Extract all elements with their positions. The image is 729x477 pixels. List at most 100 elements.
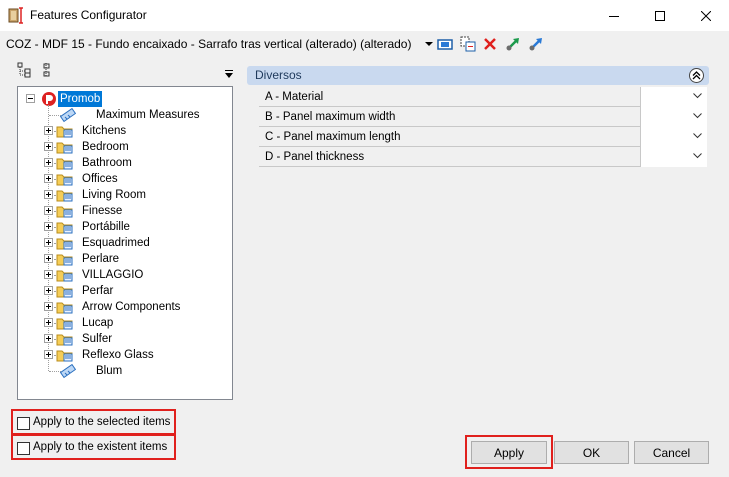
add-to-selection-button[interactable] (459, 35, 477, 53)
property-row: D - Panel thickness (259, 147, 707, 167)
tree-node[interactable]: Arrow Components (18, 299, 228, 315)
chevron-down-icon (693, 113, 702, 119)
tree-node-label: Blum (96, 365, 123, 377)
tree-node-label: Maximum Measures (96, 109, 200, 121)
expand-icon[interactable] (44, 142, 53, 151)
property-value-dropdown[interactable] (640, 107, 707, 127)
promob-logo-icon (42, 92, 56, 106)
tree-expand-all-icon[interactable] (17, 62, 31, 78)
double-chevron-up-icon (692, 71, 701, 80)
apply-selected-label: Apply to the selected items (33, 416, 171, 428)
tree-node-label: Esquadrimed (82, 237, 150, 249)
apply-selected-option[interactable]: Apply to the selected items (11, 409, 176, 435)
current-item-name: COZ - MDF 15 - Fundo encaixado - Sarrafo… (6, 37, 412, 51)
tree-node[interactable]: VILLAGGIO (18, 267, 228, 283)
property-label: D - Panel thickness (265, 151, 365, 163)
expand-icon[interactable] (44, 222, 53, 231)
minimize-icon (609, 15, 619, 17)
tree-node[interactable]: Bathroom (18, 155, 228, 171)
tree-node[interactable]: Bedroom (18, 139, 228, 155)
apply-existent-checkbox[interactable] (17, 442, 30, 455)
tree-node-label: Kitchens (82, 125, 127, 137)
tree-node-label: Bedroom (82, 141, 129, 153)
apply-existent-option[interactable]: Apply to the existent items (11, 434, 176, 460)
folder-icon (56, 286, 73, 298)
property-value-dropdown[interactable] (640, 87, 707, 107)
tree-node[interactable]: Blum (18, 363, 228, 379)
features-tree[interactable]: Promob Maximum Measures Kitchens Bedroom Bat… (17, 86, 233, 400)
property-value-dropdown[interactable] (640, 147, 707, 167)
expand-icon[interactable] (44, 350, 53, 359)
maximize-icon (655, 10, 665, 21)
expand-icon[interactable] (44, 190, 53, 199)
chevron-down-icon (693, 133, 702, 139)
tree-node-label: Arrow Components (82, 301, 181, 313)
tree-node[interactable]: Living Room (18, 187, 228, 203)
measure-icon (59, 363, 76, 379)
tree-collapse-all-icon[interactable] (41, 62, 55, 78)
select-item-icon (437, 39, 453, 50)
expand-icon[interactable] (44, 238, 53, 247)
tree-node-label: Reflexo Glass (82, 349, 154, 361)
tree-options-dropdown-icon[interactable] (224, 69, 234, 79)
expand-icon[interactable] (44, 254, 53, 263)
expand-icon[interactable] (44, 286, 53, 295)
tree-node[interactable]: Perlare (18, 251, 228, 267)
expand-icon[interactable] (44, 302, 53, 311)
delete-button[interactable] (481, 35, 499, 53)
tree-node[interactable]: Kitchens (18, 123, 228, 139)
dropdown-arrow-icon (425, 42, 433, 46)
expand-icon[interactable] (44, 270, 53, 279)
green-arrow-button[interactable] (504, 35, 522, 53)
close-icon (701, 10, 711, 21)
ok-button[interactable]: OK (554, 441, 629, 464)
folder-icon (56, 254, 73, 266)
apply-selected-checkbox[interactable] (17, 417, 30, 430)
tree-node-label: Sulfer (82, 333, 113, 345)
select-item-button[interactable] (436, 35, 454, 53)
tree-node[interactable]: Esquadrimed (18, 235, 228, 251)
group-title: Diversos (255, 68, 302, 82)
tree-node-label: Portábille (82, 221, 130, 233)
blue-arrow-button[interactable] (527, 35, 545, 53)
tree-node[interactable]: Maximum Measures (18, 107, 228, 123)
expand-icon[interactable] (44, 126, 53, 135)
minimize-button[interactable] (591, 0, 637, 31)
app-icon (8, 7, 23, 24)
collapse-icon[interactable] (26, 94, 35, 103)
measure-icon (59, 107, 76, 123)
group-header-diversos: Diversos (247, 66, 709, 85)
property-label: B - Panel maximum width (265, 111, 396, 123)
folder-icon (56, 126, 73, 138)
property-value-dropdown[interactable] (640, 127, 707, 147)
folder-icon (56, 190, 73, 202)
expand-icon[interactable] (44, 318, 53, 327)
tree-node[interactable]: Perfar (18, 283, 228, 299)
maximize-button[interactable] (637, 0, 683, 31)
property-row: C - Panel maximum length (259, 127, 707, 147)
expand-icon[interactable] (44, 206, 53, 215)
tree-node[interactable]: Portábille (18, 219, 228, 235)
expand-icon[interactable] (44, 334, 53, 343)
tree-node-label: Perlare (82, 253, 120, 265)
blue-arrow-icon (529, 38, 542, 51)
tree-node-label: Offices (82, 173, 118, 185)
cancel-button[interactable]: Cancel (634, 441, 709, 464)
collapse-group-button[interactable] (689, 68, 704, 83)
close-button[interactable] (683, 0, 729, 31)
folder-icon (56, 270, 73, 282)
tree-node[interactable]: Reflexo Glass (18, 347, 228, 363)
tree-node[interactable]: Finesse (18, 203, 228, 219)
apply-button[interactable]: Apply (471, 441, 547, 464)
expand-icon[interactable] (44, 174, 53, 183)
expand-icon[interactable] (44, 158, 53, 167)
tree-node-label: VILLAGGIO (82, 269, 144, 281)
tree-node[interactable]: Offices (18, 171, 228, 187)
chevron-down-icon (693, 93, 702, 99)
tree-node[interactable]: Lucap (18, 315, 228, 331)
chevron-down-icon (693, 153, 702, 159)
tree-node[interactable]: Sulfer (18, 331, 228, 347)
property-row: B - Panel maximum width (259, 107, 707, 127)
tree-node-label: Lucap (82, 317, 114, 329)
title-bar: Features Configurator (0, 0, 729, 31)
